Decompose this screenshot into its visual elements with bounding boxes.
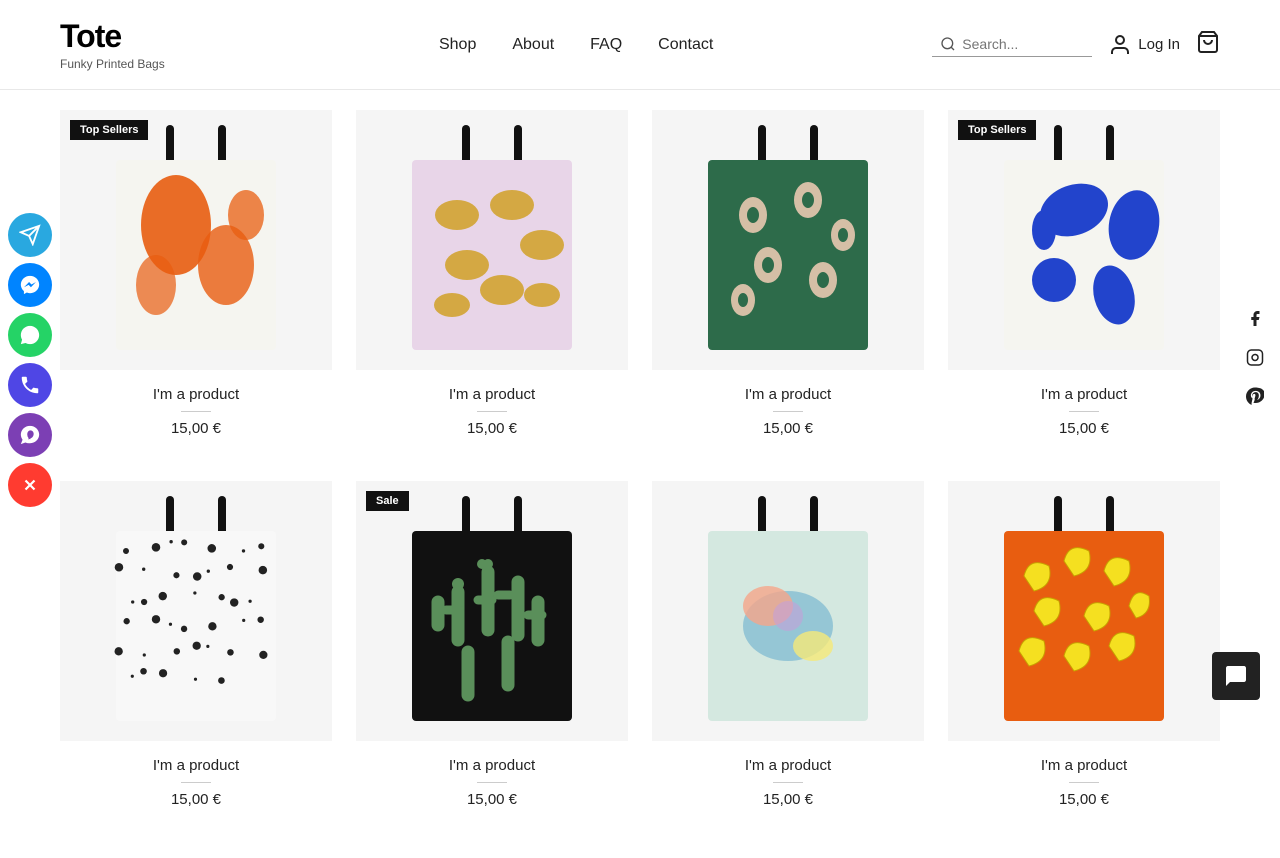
login-label: Log In: [1138, 36, 1180, 53]
site-title: Tote: [60, 18, 220, 55]
product-name: I'm a product: [652, 757, 924, 774]
product-price: 15,00 €: [60, 791, 332, 808]
nav-shop[interactable]: Shop: [439, 36, 476, 54]
chat-icon: [1224, 664, 1248, 688]
product-image: [356, 110, 628, 370]
cart-button[interactable]: [1196, 30, 1220, 59]
user-icon: [1108, 33, 1132, 57]
search-input[interactable]: [962, 36, 1082, 52]
product-badge: Top Sellers: [958, 120, 1036, 140]
product-divider: [773, 411, 803, 412]
social-sidebar: [0, 205, 52, 515]
site-subtitle: Funky Printed Bags: [60, 57, 220, 71]
product-price: 15,00 €: [948, 791, 1220, 808]
product-image: [652, 481, 924, 741]
product-image: [948, 481, 1220, 741]
instagram-icon[interactable]: [1246, 349, 1264, 372]
product-card[interactable]: I'm a product 15,00 €: [356, 110, 628, 457]
product-name: I'm a product: [652, 386, 924, 403]
product-card[interactable]: I'm a product 15,00 €: [652, 481, 924, 828]
product-card[interactable]: Sale I'm a product 15,00 €: [356, 481, 628, 828]
nav-faq[interactable]: FAQ: [590, 36, 622, 54]
product-card[interactable]: I'm a product 15,00 €: [948, 481, 1220, 828]
whatsapp-button[interactable]: [8, 313, 52, 357]
chat-button[interactable]: [1212, 652, 1260, 700]
product-price: 15,00 €: [948, 420, 1220, 437]
search-box[interactable]: [932, 32, 1092, 57]
close-social-button[interactable]: [8, 463, 52, 507]
product-name: I'm a product: [60, 757, 332, 774]
product-price: 15,00 €: [652, 420, 924, 437]
header-right: Log In: [932, 30, 1220, 59]
product-divider: [477, 782, 507, 783]
product-divider: [477, 411, 507, 412]
product-price: 15,00 €: [652, 791, 924, 808]
product-price: 15,00 €: [356, 420, 628, 437]
nav-about[interactable]: About: [512, 36, 554, 54]
product-divider: [773, 782, 803, 783]
product-price: 15,00 €: [356, 791, 628, 808]
login-button[interactable]: Log In: [1108, 33, 1180, 57]
phone-button[interactable]: [8, 363, 52, 407]
product-divider: [181, 411, 211, 412]
product-card[interactable]: Top Sellers I'm a product 15,00 €: [60, 110, 332, 457]
logo-area: Tote Funky Printed Bags: [60, 18, 220, 71]
nav-contact[interactable]: Contact: [658, 36, 713, 54]
product-badge: Top Sellers: [70, 120, 148, 140]
product-image: [60, 110, 332, 370]
viber-button[interactable]: [8, 413, 52, 457]
cart-icon: [1196, 30, 1220, 54]
pinterest-icon[interactable]: [1246, 388, 1264, 411]
product-badge: Sale: [366, 491, 409, 511]
product-grid: Top Sellers I'm a product 15,00 € I'm a …: [60, 110, 1220, 828]
product-image: [60, 481, 332, 741]
product-name: I'm a product: [356, 386, 628, 403]
product-price: 15,00 €: [60, 420, 332, 437]
product-card[interactable]: I'm a product 15,00 €: [652, 110, 924, 457]
product-name: I'm a product: [60, 386, 332, 403]
search-icon: [940, 36, 956, 52]
product-image: [948, 110, 1220, 370]
product-name: I'm a product: [948, 757, 1220, 774]
product-card[interactable]: Top Sellers I'm a product 15,00 €: [948, 110, 1220, 457]
product-name: I'm a product: [356, 757, 628, 774]
product-image: [356, 481, 628, 741]
facebook-icon[interactable]: [1246, 310, 1264, 333]
product-card[interactable]: I'm a product 15,00 €: [60, 481, 332, 828]
product-divider: [181, 782, 211, 783]
header: Tote Funky Printed Bags Shop About FAQ C…: [0, 0, 1280, 90]
main-content: Top Sellers I'm a product 15,00 € I'm a …: [0, 90, 1280, 858]
telegram-button[interactable]: [8, 213, 52, 257]
messenger-button[interactable]: [8, 263, 52, 307]
right-social: [1246, 310, 1264, 411]
product-image: [652, 110, 924, 370]
main-nav: Shop About FAQ Contact: [439, 36, 713, 54]
product-divider: [1069, 782, 1099, 783]
product-name: I'm a product: [948, 386, 1220, 403]
product-divider: [1069, 411, 1099, 412]
